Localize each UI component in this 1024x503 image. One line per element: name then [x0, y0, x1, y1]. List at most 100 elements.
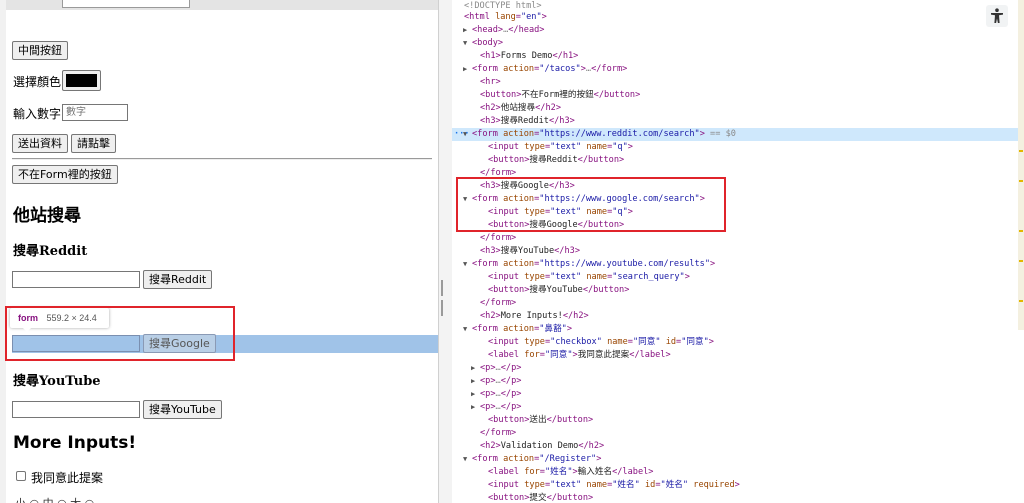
dom-node-code: <button>不在Form裡的按鈕</button>: [480, 90, 641, 100]
dom-node-code: <h2>More Inputs!</h2>: [480, 311, 589, 321]
dom-node-line[interactable]: <button>送出</button>: [452, 414, 1020, 427]
dom-node-line[interactable]: <button>不在Form裡的按鈕</button>: [452, 89, 1020, 102]
dom-node-line[interactable]: </form>: [452, 427, 1020, 440]
youtube-search-input[interactable]: [12, 401, 140, 418]
collapse-triangle-icon[interactable]: ▼: [463, 323, 467, 336]
rendered-page-viewport: 中間按鈕 選擇顏色 輸入數字 送出資料 請點擊 不在Form裡的按鈕 他站搜尋 …: [0, 0, 438, 503]
dom-node-line[interactable]: ▶ <form action="/tacos">…</form>: [452, 63, 1020, 76]
dom-node-line[interactable]: ▼ <body>: [452, 37, 1020, 50]
dom-node-line[interactable]: </form>: [452, 232, 1020, 245]
outside-form-button[interactable]: 不在Form裡的按鈕: [12, 165, 118, 184]
number-label: 輸入數字: [13, 107, 62, 121]
collapse-triangle-icon[interactable]: ▼: [463, 453, 467, 466]
dom-node-line[interactable]: ▶ <p>…</p>: [452, 375, 1020, 388]
dom-node-line[interactable]: ▶ <p>…</p>: [452, 362, 1020, 375]
dom-node-line[interactable]: ▼ ··· <form action="https://www.reddit.com…: [452, 128, 1020, 141]
dom-node-code: <input type="checkbox" name="同意" id="同意"…: [488, 337, 714, 347]
dom-node-code: <h1>Forms Demo</h1>: [480, 51, 579, 61]
panel-divider[interactable]: [438, 0, 452, 503]
expand-triangle-icon[interactable]: ▶: [463, 24, 467, 37]
dom-node-code: </form>: [480, 298, 517, 308]
more-actions-icon[interactable]: ···: [454, 128, 470, 141]
dom-node-line[interactable]: ▼ <form action="/Register">: [452, 453, 1020, 466]
expand-triangle-icon[interactable]: ▶: [471, 388, 475, 401]
dom-node-code: <form action="https://www.reddit.com/sea…: [472, 129, 736, 139]
dom-node-code: <form action="/Register">: [472, 454, 602, 464]
click-me-button[interactable]: 請點擊: [71, 134, 116, 153]
youtube-search-heading: 搜尋YouTube: [13, 374, 101, 389]
size-radio-row: 小 ○ 中 ○ 大 ○: [15, 495, 94, 503]
dom-node-line[interactable]: ▼ <form action="https://www.youtube.com/r…: [452, 258, 1020, 271]
accessibility-icon[interactable]: [986, 5, 1008, 27]
dom-node-code: <p>…</p>: [480, 363, 522, 373]
expand-triangle-icon[interactable]: ▶: [463, 63, 467, 76]
dom-node-code: <button>搜尋Reddit</button>: [488, 155, 625, 165]
dom-node-line[interactable]: ▶ <p>…</p>: [452, 401, 1020, 414]
dom-node-code: </form>: [480, 428, 517, 438]
page-canvas: 中間按鈕 選擇顏色 輸入數字 送出資料 請點擊 不在Form裡的按鈕 他站搜尋 …: [6, 0, 438, 503]
dom-node-line[interactable]: <h2>他站搜尋</h2>: [452, 102, 1020, 115]
dom-node-code: <form action="鼻豁">: [472, 324, 573, 334]
expand-triangle-icon[interactable]: ▶: [471, 362, 475, 375]
dom-node-line[interactable]: <button>提交</button>: [452, 492, 1020, 503]
dom-node-line[interactable]: ▼ <form action="鼻豁">: [452, 323, 1020, 336]
dom-node-line[interactable]: <input type="text" name="q">: [452, 141, 1020, 154]
middle-button[interactable]: 中間按鈕: [12, 41, 68, 60]
dom-node-code: <h2>他站搜尋</h2>: [480, 103, 561, 113]
dom-node-line[interactable]: <hr>: [452, 76, 1020, 89]
number-input[interactable]: [62, 104, 128, 121]
dom-node-code: <button>搜尋YouTube</button>: [488, 285, 630, 295]
dom-node-code: <head>…</head>: [472, 25, 545, 35]
dom-node-line[interactable]: <h2>Validation Demo</h2>: [452, 440, 1020, 453]
dom-node-line[interactable]: </form>: [452, 297, 1020, 310]
dom-node-code: </form>: [480, 233, 517, 243]
dom-node-line[interactable]: <h3>搜尋YouTube</h3>: [452, 245, 1020, 258]
submit-data-button[interactable]: 送出資料: [12, 134, 68, 153]
dom-node-line[interactable]: <html lang="en">: [452, 11, 1020, 24]
collapse-triangle-icon[interactable]: ▼: [463, 37, 467, 50]
dom-node-code: <p>…</p>: [480, 402, 522, 412]
dom-node-line[interactable]: <button>搜尋YouTube</button>: [452, 284, 1020, 297]
dom-node-code: <p>…</p>: [480, 376, 522, 386]
dom-node-code: <button>提交</button>: [488, 493, 594, 503]
reddit-search-input[interactable]: [12, 271, 140, 288]
dom-node-code: <hr>: [480, 77, 501, 87]
choose-color-label: 選擇顏色: [13, 75, 62, 89]
agree-checkbox[interactable]: [16, 471, 26, 481]
dom-node-code: <input type="text" name="search_query">: [488, 272, 690, 282]
color-swatch: [66, 74, 97, 87]
dom-node-line[interactable]: <h2>More Inputs!</h2>: [452, 310, 1020, 323]
dom-node-line[interactable]: ▶ <p>…</p>: [452, 388, 1020, 401]
page-top-scroll-area: [6, 0, 438, 10]
collapse-triangle-icon[interactable]: ▼: [463, 258, 467, 271]
youtube-search-button[interactable]: 搜尋YouTube: [143, 400, 222, 419]
horizontal-rule: [12, 158, 432, 160]
dom-node-code: <html lang="en">: [464, 12, 547, 22]
dom-node-code: <h3>搜尋YouTube</h3>: [480, 246, 581, 256]
dom-node-line[interactable]: <input type="checkbox" name="同意" id="同意"…: [452, 336, 1020, 349]
grip-icon[interactable]: [441, 280, 447, 316]
dom-node-code: <input type="text" name="q">: [488, 142, 633, 152]
dom-node-line[interactable]: <button>搜尋Reddit</button>: [452, 154, 1020, 167]
dom-node-line[interactable]: <input type="text" name="search_query">: [452, 271, 1020, 284]
dom-node-code: <h2>Validation Demo</h2>: [480, 441, 605, 451]
annotation-box-devtools: [456, 177, 726, 232]
dom-node-code: <form action="https://www.youtube.com/re…: [472, 259, 716, 269]
dom-node-line[interactable]: <label for="姓名">輸入姓名</label>: [452, 466, 1020, 479]
reddit-search-button[interactable]: 搜尋Reddit: [143, 270, 213, 289]
dom-node-line[interactable]: <label for="同意">我同意此提案</label>: [452, 349, 1020, 362]
other-search-heading: 他站搜尋: [13, 206, 81, 226]
reddit-search-heading: 搜尋Reddit: [13, 244, 88, 259]
dom-node-line[interactable]: <input type="text" name="姓名" id="姓名" req…: [452, 479, 1020, 492]
color-picker[interactable]: [62, 70, 101, 91]
expand-triangle-icon[interactable]: ▶: [471, 375, 475, 388]
partial-text-input[interactable]: [62, 0, 190, 8]
dom-node-code: <input type="text" name="姓名" id="姓名" req…: [488, 480, 740, 490]
dom-node-line[interactable]: <h1>Forms Demo</h1>: [452, 50, 1020, 63]
dom-node-code: <body>: [472, 38, 504, 48]
expand-triangle-icon[interactable]: ▶: [471, 401, 475, 414]
dom-node-line[interactable]: ▶ <head>…</head>: [452, 24, 1020, 37]
more-inputs-heading: More Inputs!: [13, 433, 137, 453]
dom-node-line[interactable]: <h3>搜尋Reddit</h3>: [452, 115, 1020, 128]
dom-node-code: <label for="姓名">輸入姓名</label>: [488, 467, 654, 477]
